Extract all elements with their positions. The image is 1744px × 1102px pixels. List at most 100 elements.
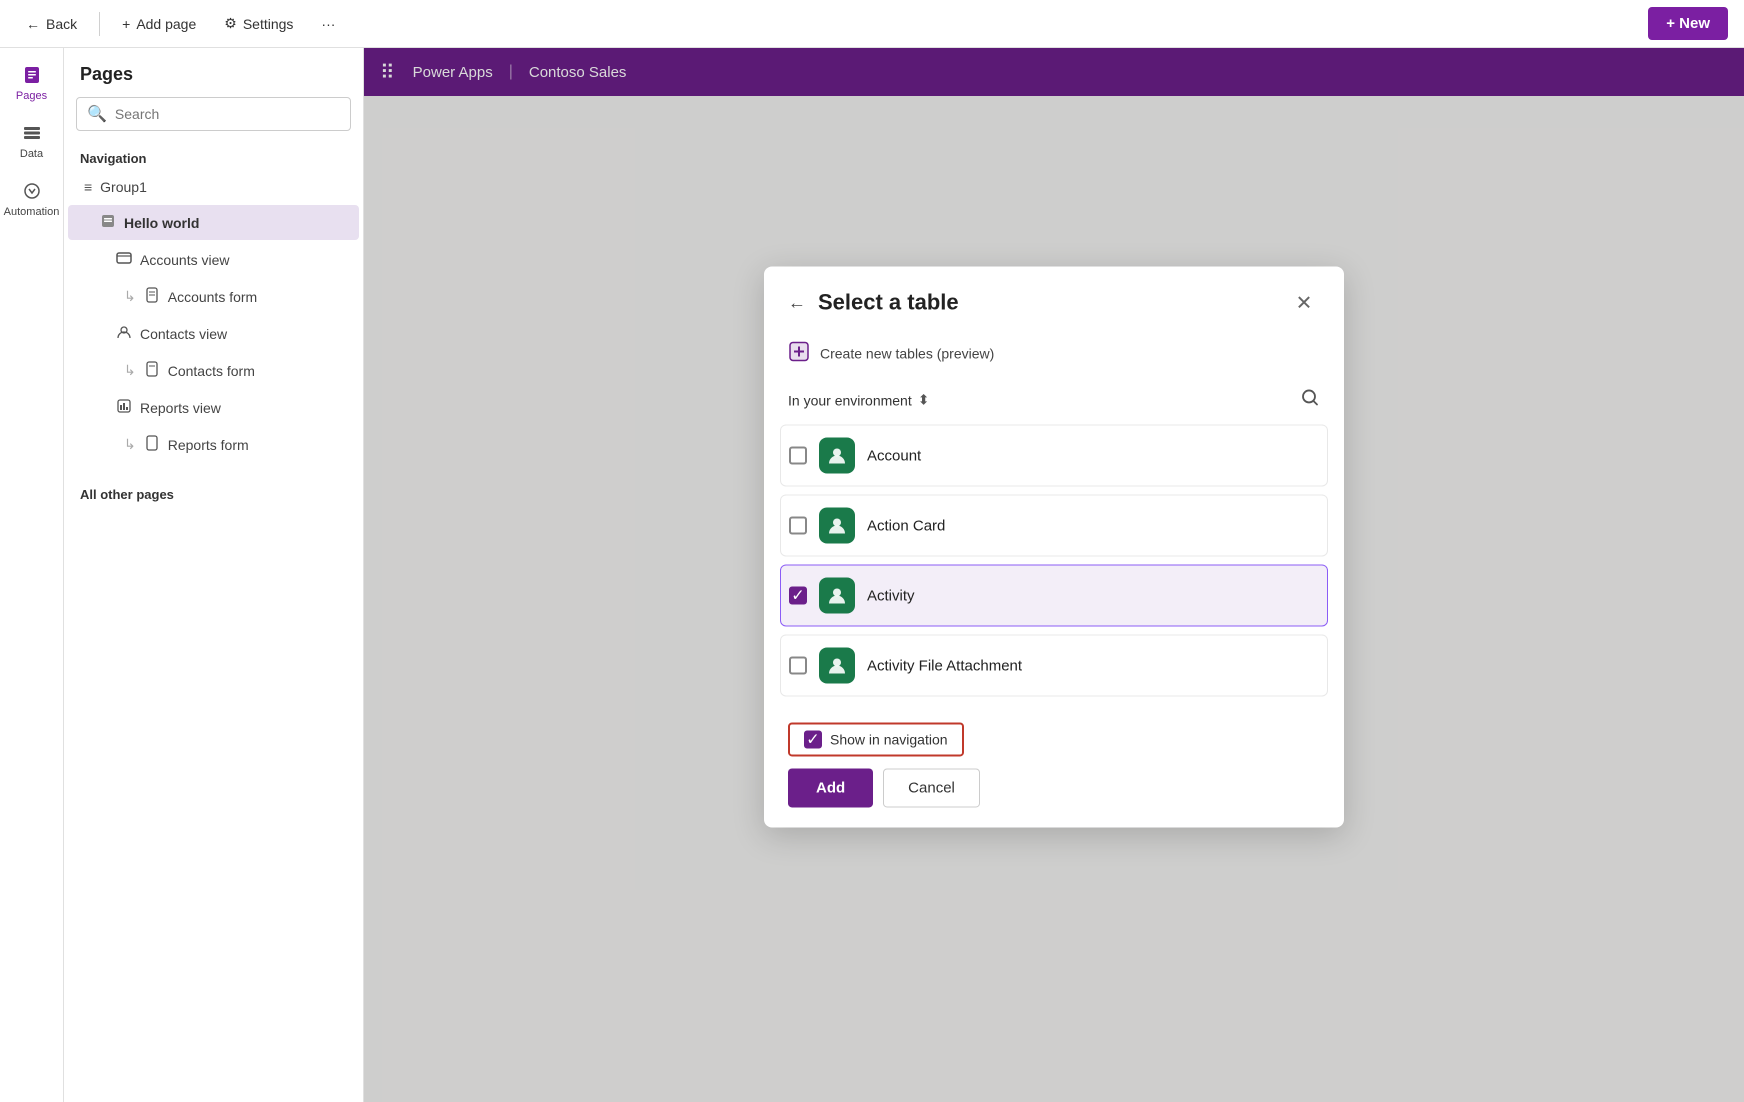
data-sidebar-label: Data <box>20 148 43 160</box>
add-page-button[interactable]: + Add page <box>112 10 206 38</box>
modal-title: Select a table <box>818 289 959 315</box>
pages-panel-title: Pages <box>64 48 363 93</box>
data-icon <box>21 122 43 144</box>
back-label: Back <box>46 16 77 32</box>
reports-form-icon <box>144 435 160 454</box>
page-icon <box>100 213 116 232</box>
table-row-action-card[interactable]: Action Card <box>780 494 1328 556</box>
back-arrow-icon: ← <box>788 292 806 312</box>
show-in-navigation-row[interactable]: ✓ Show in navigation <box>788 722 964 756</box>
nav-reports-view[interactable]: Reports view <box>68 390 359 425</box>
search-input[interactable] <box>115 106 340 122</box>
indent2-icon: ↳ <box>124 362 136 379</box>
contacts-view-icon <box>116 324 132 343</box>
table-list: Account Action Card ✓ <box>764 420 1344 712</box>
nav-group1[interactable]: ≡ Group1 <box>68 171 359 203</box>
add-button[interactable]: Add <box>788 768 873 807</box>
new-button[interactable]: + New <box>1648 7 1728 40</box>
show-nav-label: Show in navigation <box>830 731 948 747</box>
navigation-section-label: Navigation <box>64 143 363 170</box>
sidebar-item-pages[interactable]: Pages <box>4 56 60 110</box>
cancel-button[interactable]: Cancel <box>883 768 980 807</box>
new-label: + New <box>1666 15 1710 32</box>
icon-sidebar: Pages Data Automation <box>0 48 64 1102</box>
modal-title-row: ← Select a table <box>788 289 959 315</box>
accounts-form-label: Accounts form <box>168 289 257 305</box>
add-page-icon: + <box>122 16 130 32</box>
main-layout: Pages Data Automation Pages 🔍 Navigation <box>0 48 1744 1102</box>
content-area: ⠿ Power Apps | Contoso Sales ← Select a … <box>364 48 1744 1102</box>
reports-view-icon <box>116 398 132 417</box>
modal-header: ← Select a table ✕ <box>764 266 1344 330</box>
account-icon <box>819 437 855 473</box>
nav-contacts-view[interactable]: Contacts view <box>68 316 359 351</box>
search-icon: 🔍 <box>87 104 107 124</box>
divider-1 <box>99 12 100 36</box>
nav-accounts-form[interactable]: ↳ Accounts form <box>68 279 359 314</box>
add-page-label: Add page <box>136 16 196 32</box>
pages-sidebar-label: Pages <box>16 90 47 102</box>
table-row-account[interactable]: Account <box>780 424 1328 486</box>
top-bar: ← Back + Add page ⚙ Settings ··· + New <box>0 0 1744 48</box>
table-row-activity[interactable]: ✓ Activity <box>780 564 1328 626</box>
account-name: Account <box>867 447 921 464</box>
env-label: In your environment <box>788 392 912 408</box>
action-card-checkbox[interactable] <box>789 516 807 534</box>
list-icon: ≡ <box>84 179 92 195</box>
activity-file-name: Activity File Attachment <box>867 657 1022 674</box>
group1-label: Group1 <box>100 179 147 195</box>
more-label: ··· <box>321 16 335 32</box>
nav-contacts-form[interactable]: ↳ Contacts form <box>68 353 359 388</box>
nav-reports-form[interactable]: ↳ Reports form <box>68 427 359 462</box>
contacts-view-label: Contacts view <box>140 326 227 342</box>
action-card-name: Action Card <box>867 517 945 534</box>
env-label-row: In your environment ⬍ <box>788 391 929 408</box>
automation-sidebar-label: Automation <box>4 206 60 218</box>
action-card-icon <box>819 507 855 543</box>
env-row: In your environment ⬍ <box>764 379 1344 420</box>
accounts-view-icon <box>116 250 132 269</box>
pages-icon <box>21 64 43 86</box>
modal-back-button[interactable]: ← <box>788 292 806 313</box>
automation-icon <box>21 180 43 202</box>
account-checkbox[interactable] <box>789 446 807 464</box>
sidebar-item-data[interactable]: Data <box>4 114 60 168</box>
accounts-form-icon <box>144 287 160 306</box>
search-box[interactable]: 🔍 <box>76 97 351 131</box>
activity-icon <box>819 577 855 613</box>
contacts-form-label: Contacts form <box>168 363 255 379</box>
more-button[interactable]: ··· <box>311 10 345 38</box>
reports-view-label: Reports view <box>140 400 221 416</box>
settings-button[interactable]: ⚙ Settings <box>214 9 303 38</box>
activity-file-checkbox[interactable] <box>789 656 807 674</box>
create-new-tables-row[interactable]: Create new tables (preview) <box>764 330 1344 379</box>
settings-label: Settings <box>243 16 294 32</box>
back-button[interactable]: ← Back <box>16 10 87 38</box>
contacts-form-icon <box>144 361 160 380</box>
modal-footer: ✓ Show in navigation Add Cancel <box>764 712 1344 827</box>
modal-buttons: Add Cancel <box>788 768 980 807</box>
nav-hello-world[interactable]: Hello world <box>68 205 359 240</box>
nav-accounts-view[interactable]: Accounts view <box>68 242 359 277</box>
activity-checkbox[interactable]: ✓ <box>789 586 807 604</box>
pages-panel: Pages 🔍 Navigation ≡ Group1 Hello world … <box>64 48 364 1102</box>
create-new-label: Create new tables (preview) <box>820 345 994 361</box>
back-arrow-icon: ← <box>26 16 40 32</box>
accounts-view-label: Accounts view <box>140 252 229 268</box>
all-other-pages-label: All other pages <box>64 479 363 506</box>
modal-close-button[interactable]: ✕ <box>1288 286 1320 318</box>
hello-world-label: Hello world <box>124 215 199 231</box>
activity-name: Activity <box>867 587 915 604</box>
show-nav-checkbox[interactable]: ✓ <box>804 730 822 748</box>
select-table-modal: ← Select a table ✕ C <box>764 266 1344 827</box>
create-table-icon <box>788 340 810 365</box>
modal-search-icon[interactable] <box>1300 387 1320 412</box>
close-icon: ✕ <box>1296 290 1313 315</box>
settings-icon: ⚙ <box>224 15 237 32</box>
chevron-updown-icon[interactable]: ⬍ <box>918 391 930 408</box>
sidebar-item-automation[interactable]: Automation <box>4 172 60 226</box>
table-row-activity-file[interactable]: Activity File Attachment <box>780 634 1328 696</box>
activity-file-icon <box>819 647 855 683</box>
reports-form-label: Reports form <box>168 437 249 453</box>
indent-icon: ↳ <box>124 288 136 305</box>
